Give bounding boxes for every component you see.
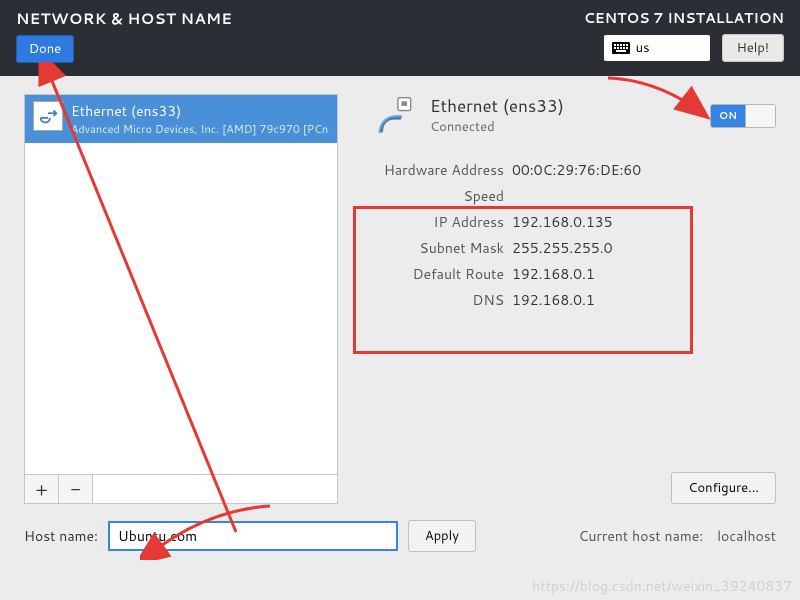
nic-list-item[interactable]: Ethernet (ens33) Advanced Micro Devices,… xyxy=(25,95,337,143)
current-hostname: Current host name: localhost xyxy=(578,526,776,546)
info-value: 00:0C:29:76:DE:60 xyxy=(512,160,776,180)
header-tools: us Help! xyxy=(604,34,784,62)
current-hostname-label: Current host name: xyxy=(578,526,703,546)
info-label: Default Route xyxy=(374,264,504,284)
nic-list[interactable]: Ethernet (ens33) Advanced Micro Devices,… xyxy=(24,94,338,475)
header-bar: NETWORK & HOST NAME Done CENTOS 7 INSTAL… xyxy=(0,0,800,76)
list-buttons: + − xyxy=(24,475,338,504)
header-right: CENTOS 7 INSTALLATION us Help! xyxy=(584,8,784,68)
ethernet-small-icon xyxy=(33,101,63,131)
watermark: https://blog.csdn.net/weixin_39240837 xyxy=(532,576,792,596)
ethernet-icon xyxy=(374,94,418,138)
info-label: DNS xyxy=(374,290,504,310)
hostname-label: Host name: xyxy=(24,526,98,546)
info-value: 192.168.0.1 xyxy=(512,264,776,284)
footer-bar: Host name: Apply Current host name: loca… xyxy=(0,504,800,568)
nic-item-text: Ethernet (ens33) Advanced Micro Devices,… xyxy=(71,101,329,137)
content-area: Ethernet (ens33) Advanced Micro Devices,… xyxy=(0,76,800,504)
info-value: 192.168.0.1 xyxy=(512,290,776,310)
page-title: NETWORK & HOST NAME xyxy=(16,8,232,29)
info-label: Hardware Address xyxy=(374,160,504,180)
keyboard-icon xyxy=(612,42,630,54)
installer-title: CENTOS 7 INSTALLATION xyxy=(584,8,784,28)
nic-item-desc: Advanced Micro Devices, Inc. [AMD] 79c97… xyxy=(71,121,329,137)
info-value: 255.255.255.0 xyxy=(512,238,776,258)
current-hostname-value: localhost xyxy=(717,526,776,546)
info-value: 192.168.0.135 xyxy=(512,212,776,232)
help-button[interactable]: Help! xyxy=(722,34,784,62)
hostname-input[interactable] xyxy=(108,521,398,551)
add-nic-button[interactable]: + xyxy=(25,475,59,503)
remove-nic-button[interactable]: − xyxy=(59,475,93,503)
nic-info-grid: Hardware Address 00:0C:29:76:DE:60 Speed… xyxy=(374,160,776,310)
nic-status: Connected xyxy=(430,118,564,136)
nic-item-name: Ethernet (ens33) xyxy=(71,101,329,121)
header-left: NETWORK & HOST NAME Done xyxy=(16,8,232,68)
apply-button[interactable]: Apply xyxy=(408,520,476,552)
toggle-on-label: ON xyxy=(711,105,745,127)
nic-list-pane: Ethernet (ens33) Advanced Micro Devices,… xyxy=(24,94,338,504)
info-value xyxy=(512,186,776,206)
configure-button[interactable]: Configure... xyxy=(671,472,776,504)
nic-title-block: Ethernet (ens33) Connected xyxy=(430,94,564,136)
toggle-handle xyxy=(745,105,775,127)
nic-title: Ethernet (ens33) xyxy=(430,94,564,118)
info-label: IP Address xyxy=(374,212,504,232)
nic-detail-pane: ON Ethernet (ens33) Connected Hardware A… xyxy=(374,94,776,504)
done-button[interactable]: Done xyxy=(16,35,74,63)
connection-toggle[interactable]: ON xyxy=(710,104,776,128)
info-label: Speed xyxy=(374,186,504,206)
info-label: Subnet Mask xyxy=(374,238,504,258)
keyboard-indicator[interactable]: us xyxy=(604,35,710,61)
keyboard-layout-label: us xyxy=(636,39,650,57)
